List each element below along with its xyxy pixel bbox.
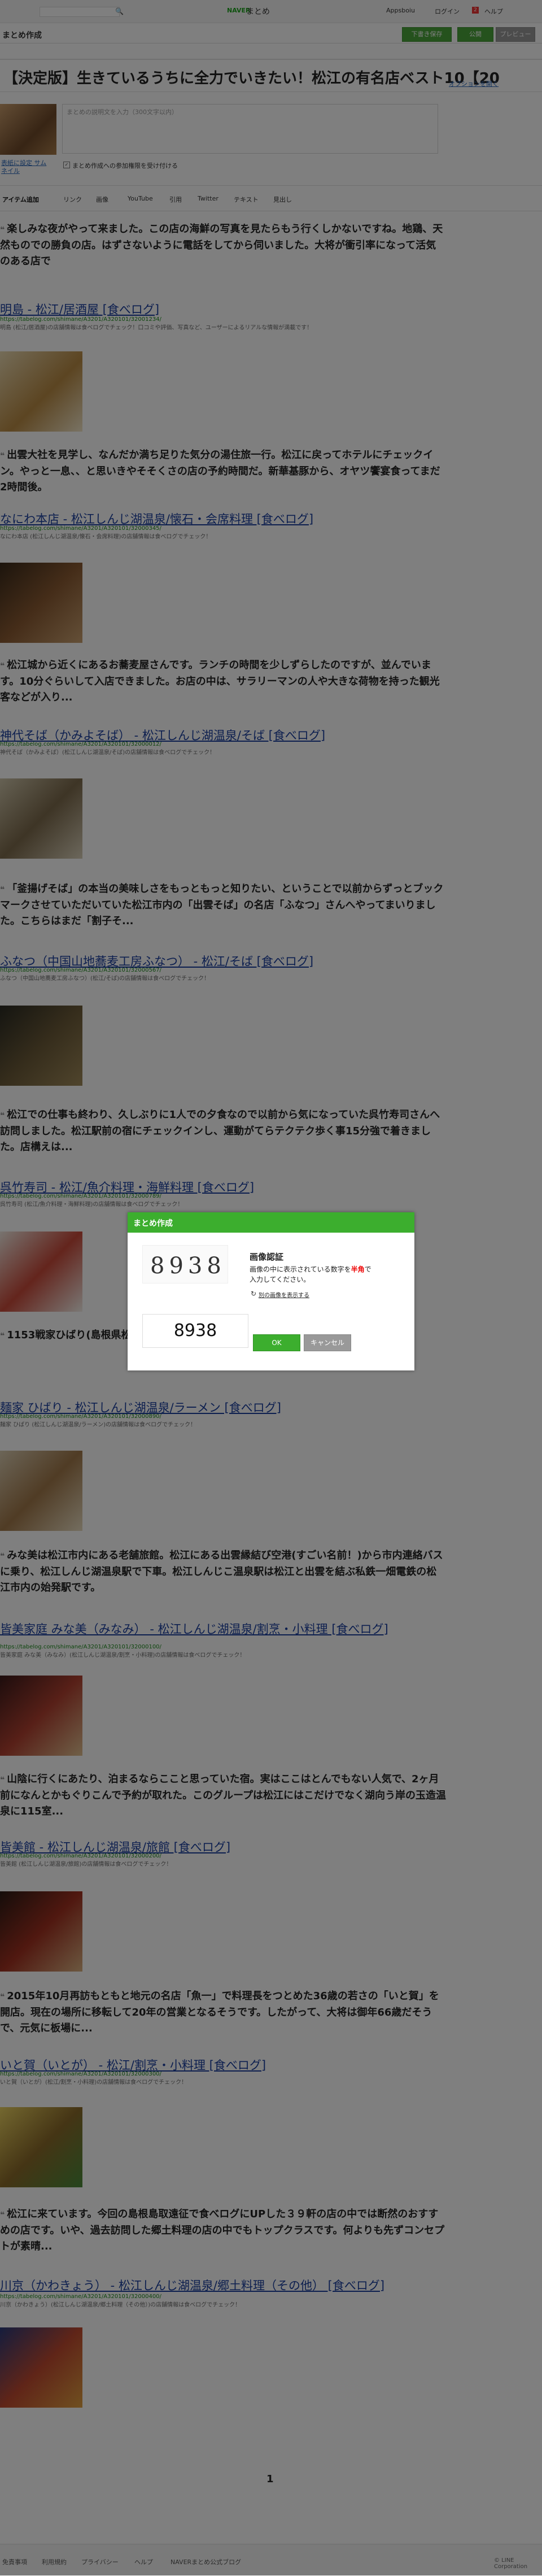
refresh-captcha-link[interactable]: 別の画像を表示する <box>259 1290 309 1299</box>
dialog-title: まとめ作成 <box>133 1219 173 1228</box>
captcha-instruction: 画像の中に表示されている数字を半角で <box>250 1264 371 1274</box>
instruction-emphasis: 半角 <box>351 1265 365 1273</box>
ok-button[interactable]: OK <box>253 1334 300 1351</box>
captcha-input[interactable]: 8938 <box>142 1314 248 1348</box>
instruction-text-end: で <box>364 1265 371 1273</box>
captcha-digits: 8938 <box>150 1253 226 1279</box>
captcha-heading: 画像認証 <box>250 1252 284 1262</box>
refresh-icon[interactable]: ↻ <box>251 1290 256 1298</box>
instruction-text: 画像の中に表示されている数字を <box>250 1265 351 1273</box>
captcha-instruction-line2: 入力してください。 <box>250 1276 311 1283</box>
cancel-button[interactable]: キャンセル <box>304 1334 351 1351</box>
